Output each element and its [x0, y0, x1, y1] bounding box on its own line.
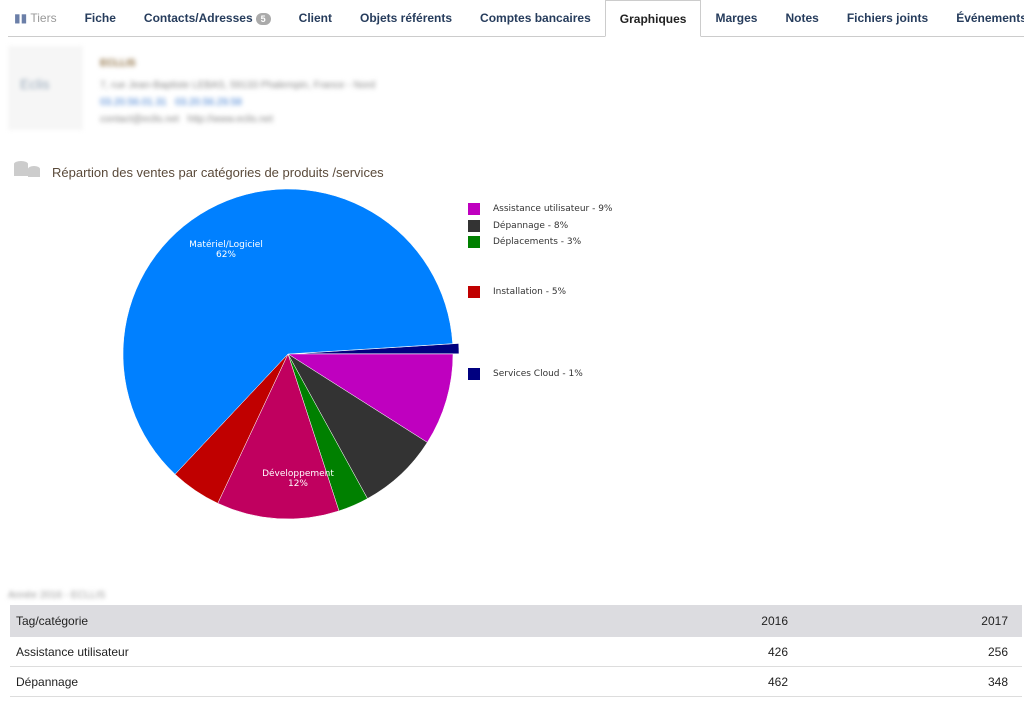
table-row: Assistance utilisateur 426 256: [10, 637, 1022, 667]
pie-label-developpement: Développement 12%: [262, 469, 334, 489]
legend-item: Installation - 5%: [468, 286, 566, 298]
pie-label-materiel: Matériel/Logiciel 62%: [189, 240, 263, 260]
legend-item: Dépannage - 8%: [468, 220, 568, 232]
legend-item: Déplacements - 3%: [468, 236, 581, 248]
table-row: Dépannage 462 348: [10, 666, 1022, 697]
sales-table: Tag/catégorie 2016 2017 Assistance utilisa…: [10, 605, 1022, 697]
legend-item: Assistance utilisateur - 9%: [468, 203, 612, 215]
legend-item: Services Cloud - 1%: [468, 368, 583, 380]
table-caption: Année 2016 - ECLLIS: [8, 590, 106, 601]
pie-chart: [122, 188, 460, 520]
table-header: Tag/catégorie 2016 2017: [10, 605, 1022, 637]
